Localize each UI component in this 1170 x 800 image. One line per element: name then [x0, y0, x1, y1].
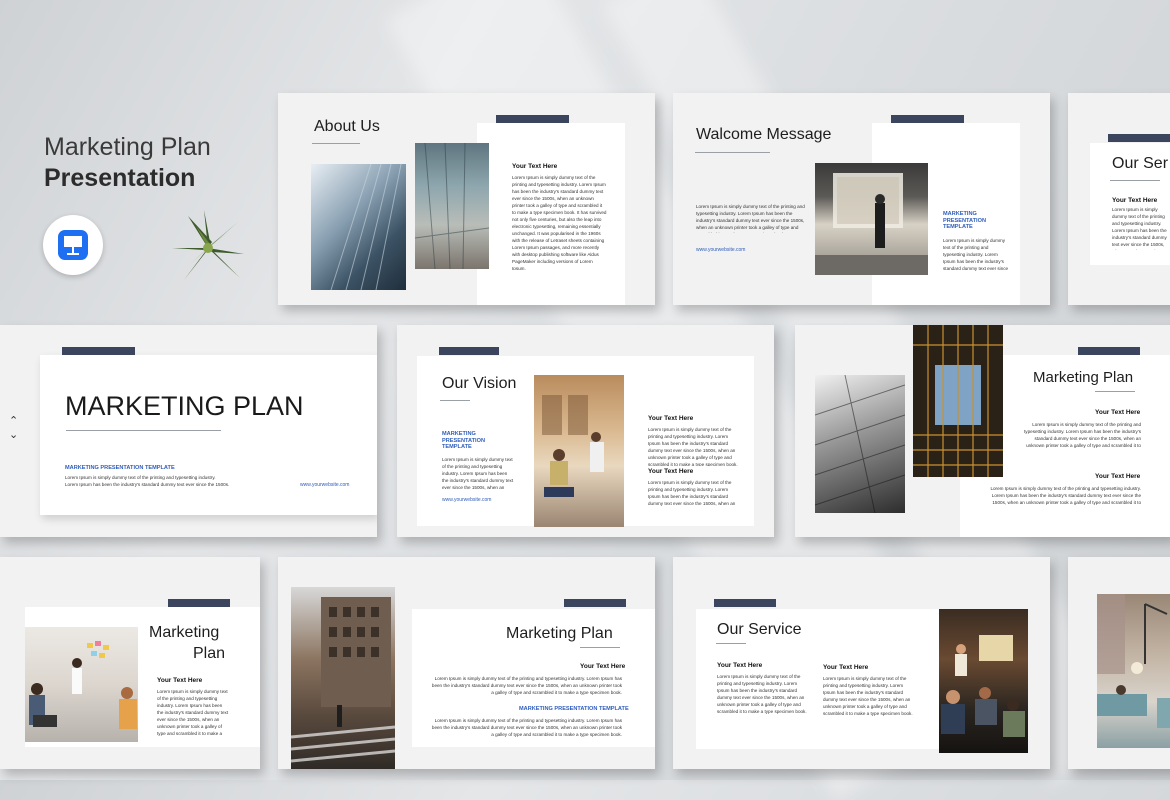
nav-up-button[interactable]: ⌃: [9, 414, 18, 427]
title-underline: [1095, 391, 1135, 392]
body-text: Lorem Ipsum is simply dummy text of the …: [696, 204, 805, 233]
body-text: Lorem Ipsum is simply dummy text of the …: [1112, 207, 1167, 250]
subheading: Your Text Here: [717, 662, 763, 669]
title-underline: [716, 643, 746, 644]
body-text: Lorem Ipsum is simply dummy text of the …: [823, 676, 913, 716]
subheading: Your Text Here: [512, 163, 558, 170]
slide-marketing-plan-whiteboard[interactable]: Marketing Plan Your Text Here Lorem Ipsu…: [0, 557, 260, 769]
subheading: Your Text Here: [648, 415, 694, 422]
slide-our-services[interactable]: Our Ser Your Text Here Lorem Ipsum is si…: [1068, 93, 1170, 305]
slide-title: Our Service: [717, 621, 802, 638]
subheading: Your Text Here: [823, 664, 869, 671]
title-underline: [695, 152, 770, 153]
title-underline: [312, 143, 360, 144]
lounge-photo: [1097, 594, 1170, 748]
slide-title-line2: Plan: [193, 645, 226, 662]
body-text: Lorem Ipsum is simply dummy text of the …: [1024, 422, 1141, 448]
website-link[interactable]: www.yourwebsite.com: [300, 482, 349, 488]
facade-photo: [815, 375, 905, 513]
cover-line-1: Lorem Ipsum is simply dummy text of the …: [65, 475, 216, 480]
keynote-app-icon[interactable]: [43, 215, 103, 275]
title-underline: [66, 430, 221, 431]
tower-photo: [415, 143, 489, 269]
slide-our-vision[interactable]: Our Vision MARKETING PRESENTATION TEMPLA…: [397, 325, 774, 537]
nav-down-button[interactable]: ⌄: [9, 428, 18, 441]
slide-lounge-cut[interactable]: [1068, 557, 1170, 769]
plant-decoration: [168, 208, 248, 288]
template-label: MARKETING PRESENTATION TEMPLATE: [943, 211, 986, 230]
skyscraper-photo: [311, 164, 406, 290]
accent-bar: [714, 599, 776, 607]
slide-welcome-message[interactable]: Walcome Message Lorem Ipsum is simply du…: [673, 93, 1050, 305]
title-underline: [1110, 180, 1160, 181]
hero-title-line2: Presentation: [44, 164, 196, 192]
accent-bar: [1078, 347, 1140, 355]
body-text: Lorem Ipsum is simply dummy text of the …: [648, 480, 736, 506]
body-text: Lorem Ipsum is simply dummy text of the …: [990, 486, 1141, 505]
subheading: Your Text Here: [157, 677, 203, 684]
body-text: Lorem Ipsum is simply dummy text of the …: [431, 676, 622, 695]
whiteboard-meeting-photo: [25, 627, 138, 742]
slide-title: Marketing Plan: [506, 625, 613, 642]
template-label: MARKETING PRESENTATION TEMPLATE: [442, 431, 485, 450]
slide-marketing-plan-street[interactable]: Marketing Plan Your Text Here Lorem Ipsu…: [278, 557, 655, 769]
body-text: Lorem Ipsum is simply dummy text of the …: [648, 427, 738, 466]
conference-photo: [939, 609, 1028, 753]
slide-title-line1: Marketing: [149, 624, 220, 641]
website-link[interactable]: www.yourwebsite.com: [696, 247, 745, 253]
subheading: Your Text Here: [648, 468, 694, 475]
cover-panel: [40, 355, 377, 515]
body-text: Lorem Ipsum is simply dummy text of the …: [431, 718, 622, 737]
slide-our-service[interactable]: Our Service Your Text Here Lorem Ipsum i…: [673, 557, 1050, 769]
subheading: Your Text Here: [580, 663, 626, 670]
slide-title: About Us: [314, 118, 380, 135]
accent-bar: [564, 599, 626, 607]
body-text: Lorem Ipsum is simply dummy text of the …: [157, 689, 229, 736]
accent-bar: [62, 347, 135, 355]
website-link[interactable]: www.yourwebsite.com: [442, 497, 491, 503]
glass-tower-photo: [913, 325, 1003, 477]
accent-bar: [496, 115, 569, 123]
accent-bar: [1108, 134, 1170, 142]
office-walking-photo: [815, 163, 928, 275]
slide-marketing-plan-buildings[interactable]: Marketing Plan Your Text Here Lorem Ipsu…: [795, 325, 1170, 537]
team-meeting-photo: [534, 375, 624, 527]
subheading: Your Text Here: [1112, 197, 1158, 204]
city-street-photo: [291, 587, 395, 769]
slide-title: Our Ser: [1112, 155, 1169, 172]
accent-bar: [439, 347, 499, 355]
accent-bar: [168, 599, 230, 607]
slide-title: Marketing Plan: [1033, 369, 1134, 386]
slide-title: Walcome Message: [696, 126, 832, 143]
subheading: Your Text Here: [1095, 409, 1141, 416]
body-text: Lorem Ipsum is simply dummy text of the …: [717, 674, 807, 714]
slide-about-us[interactable]: About Us Your Text Here Lorem Ipsum is s…: [278, 93, 655, 305]
body-text: Lorem Ipsum is simply dummy text of the …: [943, 238, 1009, 271]
subheading: Your Text Here: [1095, 473, 1141, 480]
cover-title: MARKETING PLAN: [65, 391, 304, 421]
cover-line-2: Lorem Ipsum has been the industry's stan…: [65, 482, 230, 487]
slide-title: Our Vision: [442, 375, 517, 392]
accent-bar: [891, 115, 964, 123]
hero-title-line1: Marketing Plan: [44, 133, 211, 161]
body-text: Lorem Ipsum is simply dummy text of the …: [512, 175, 607, 270]
title-underline: [580, 647, 620, 648]
template-label: MARKETING PRESENTATION TEMPLATE: [65, 465, 175, 471]
title-underline: [440, 400, 470, 401]
template-label: MARKETING PRESENTATION TEMPLATE: [519, 706, 629, 712]
slide-cover[interactable]: MARKETING PLAN MARKETING PRESENTATION TE…: [0, 325, 377, 537]
hero-heading: Marketing Plan Presentation: [44, 132, 211, 194]
body-text: Lorem Ipsum is simply dummy text of the …: [442, 457, 514, 490]
